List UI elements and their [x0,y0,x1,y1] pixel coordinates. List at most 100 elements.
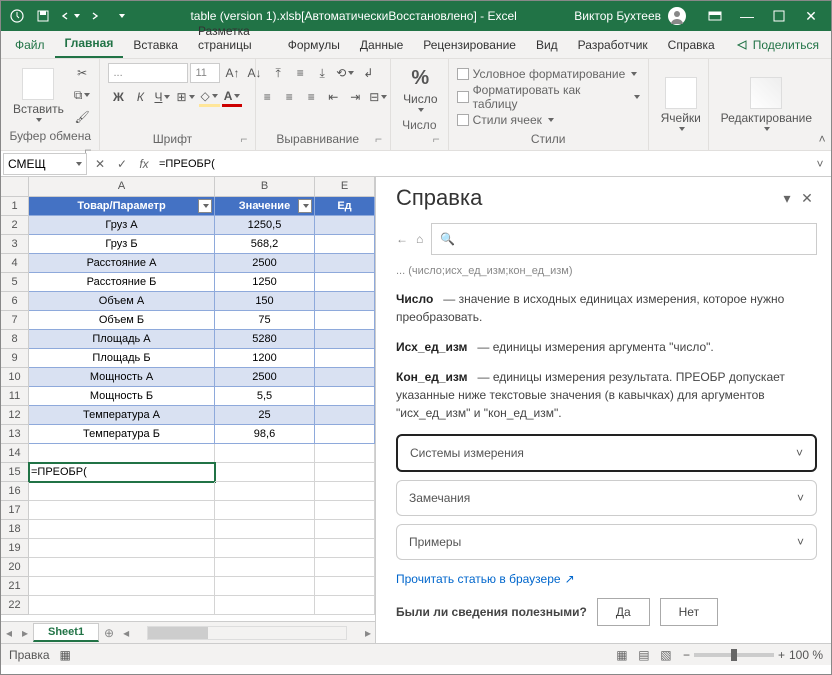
enter-formula-icon[interactable]: ✓ [111,157,133,171]
zoom-out-icon[interactable]: − [683,648,690,662]
cell[interactable] [215,463,315,482]
cell[interactable] [315,520,375,539]
row-header[interactable]: 21 [1,577,29,596]
col-header-b[interactable]: B [215,177,315,197]
row-header[interactable]: 13 [1,425,29,444]
cell[interactable] [315,425,375,444]
cell[interactable]: 1250,5 [215,216,315,235]
cell[interactable] [215,444,315,463]
italic-button[interactable]: К [130,87,150,107]
align-bottom-icon[interactable]: ⤓ [312,63,332,83]
sheet-nav-prev-icon[interactable]: ◂ [1,626,17,640]
cell[interactable] [315,539,375,558]
normal-view-icon[interactable]: ▦ [611,647,633,663]
cell[interactable]: Температура Б [29,425,215,444]
tab-formulas[interactable]: Формулы [278,33,350,58]
feedback-yes-button[interactable]: Да [597,598,650,626]
accordion-systems[interactable]: Системы измерения˅ [396,434,817,472]
row-header[interactable]: 3 [1,235,29,254]
row-header[interactable]: 11 [1,387,29,406]
cell[interactable] [29,558,215,577]
read-in-browser-link[interactable]: Прочитать статью в браузере↗ [396,570,817,588]
cell[interactable] [315,216,375,235]
conditional-formatting-button[interactable]: Условное форматирование [457,67,640,81]
cell[interactable]: 568,2 [215,235,315,254]
cell[interactable] [215,539,315,558]
tab-data[interactable]: Данные [350,33,413,58]
undo-icon[interactable] [57,4,81,28]
feedback-no-button[interactable]: Нет [660,598,718,626]
row-header[interactable]: 17 [1,501,29,520]
col-header-c[interactable]: Е [315,177,375,197]
tab-help[interactable]: Справка [658,33,725,58]
format-painter-icon[interactable]: 🖌 [72,107,93,127]
cell[interactable] [29,596,215,615]
cell[interactable] [29,577,215,596]
name-box[interactable]: СМЕЩ [3,153,87,175]
zoom-level[interactable]: 100 % [789,648,823,662]
cell[interactable] [215,482,315,501]
cell[interactable]: 1200 [215,349,315,368]
cell[interactable]: 1250 [215,273,315,292]
tab-insert[interactable]: Вставка [123,33,188,58]
row-header[interactable]: 15 [1,463,29,482]
help-home-icon[interactable]: ⌂ [416,232,423,246]
row-header[interactable]: 19 [1,539,29,558]
sheet-tab[interactable]: Sheet1 [33,623,99,642]
cell[interactable] [315,254,375,273]
table-header[interactable]: Товар/Параметр [29,197,215,216]
formula-input[interactable]: =ПРЕОБР( [155,158,809,170]
cell[interactable]: 2500 [215,254,315,273]
cell[interactable] [315,596,375,615]
tab-home[interactable]: Главная [55,31,124,58]
share-button[interactable]: Поделиться [725,33,831,58]
ribbon-options-icon[interactable] [699,4,731,28]
indent-dec-icon[interactable]: ⇤ [323,87,343,107]
scroll-right-icon[interactable]: ▸ [361,626,375,640]
cell[interactable] [215,558,315,577]
table-header[interactable]: Ед [315,197,375,216]
fill-color-icon[interactable]: ◇ [199,87,220,107]
grow-font-icon[interactable]: A↑ [222,63,242,83]
cell[interactable]: Площадь А [29,330,215,349]
cell[interactable]: Груз А [29,216,215,235]
font-size-select[interactable]: 11 [190,63,220,83]
cell[interactable] [315,406,375,425]
cell[interactable] [215,577,315,596]
cell[interactable] [315,330,375,349]
accordion-remarks[interactable]: Замечания˅ [396,480,817,516]
cell[interactable] [315,349,375,368]
row-header[interactable]: 10 [1,368,29,387]
tab-review[interactable]: Рецензирование [413,33,526,58]
cell[interactable] [315,482,375,501]
filter-icon[interactable] [198,199,212,213]
bold-button[interactable]: Ж [108,87,128,107]
scroll-left-icon[interactable]: ◂ [119,626,133,640]
font-name-select[interactable]: ... [108,63,188,83]
tab-file[interactable]: Файл [5,33,55,58]
h-scrollbar[interactable] [147,626,347,640]
cell[interactable]: 150 [215,292,315,311]
maximize-icon[interactable] [763,4,795,28]
active-cell[interactable]: =ПРЕОБР( [29,463,215,482]
autosave-icon[interactable] [5,4,29,28]
page-break-view-icon[interactable]: ▧ [655,647,677,663]
save-icon[interactable] [31,4,55,28]
cut-icon[interactable]: ✂ [72,63,93,83]
align-left-icon[interactable]: ≡ [257,87,277,107]
cell[interactable]: Объем А [29,292,215,311]
cell[interactable] [315,577,375,596]
cancel-formula-icon[interactable]: ✕ [89,157,111,171]
row-header[interactable]: 20 [1,558,29,577]
zoom-in-icon[interactable]: + [778,648,785,662]
row-header[interactable]: 14 [1,444,29,463]
row-header[interactable]: 18 [1,520,29,539]
macro-record-icon[interactable]: ▦ [60,648,71,662]
cell[interactable] [215,520,315,539]
cell[interactable] [29,520,215,539]
qat-more-icon[interactable] [109,4,133,28]
filter-icon[interactable] [298,199,312,213]
row-header[interactable]: 9 [1,349,29,368]
cell[interactable]: Расстояние А [29,254,215,273]
page-layout-view-icon[interactable]: ▤ [633,647,655,663]
